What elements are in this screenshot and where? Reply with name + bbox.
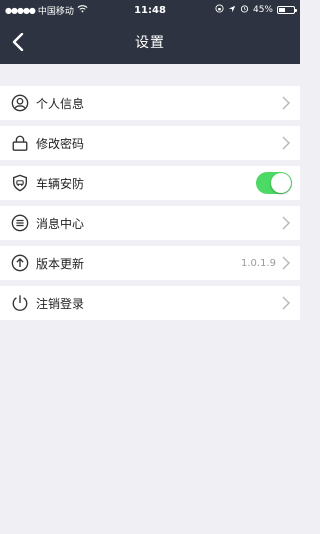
- battery-level: [279, 8, 286, 12]
- status-bar: ●●●●● 中国移动 11:48 45%: [0, 0, 300, 20]
- version-number: 1.0.1.9: [241, 257, 276, 269]
- battery-icon: [277, 6, 297, 14]
- settings-item-label: 车辆安防: [36, 176, 85, 191]
- settings-item-vehicle-security: 车辆安防: [0, 166, 300, 200]
- settings-item-message-center[interactable]: 消息中心: [0, 206, 300, 240]
- shield-icon: [10, 173, 30, 193]
- chevron-right-icon: [280, 135, 292, 151]
- settings-item-change-password[interactable]: 修改密码: [0, 126, 300, 160]
- settings-item-logout[interactable]: 注销登录: [0, 286, 300, 320]
- page-title: 设置: [135, 35, 165, 51]
- settings-list: 个人信息 修改密码 车辆安防 消息中心 版本更新 1.0.1.9 注销登录: [0, 86, 300, 320]
- chevron-right-icon: [280, 295, 292, 311]
- upload-icon: [10, 253, 30, 273]
- vehicle-security-toggle[interactable]: [256, 172, 292, 194]
- chevron-right-icon: [280, 215, 292, 231]
- user-icon: [10, 93, 30, 113]
- settings-item-version-update[interactable]: 版本更新 1.0.1.9: [0, 246, 300, 280]
- navigation-bar: 设置: [0, 20, 300, 64]
- power-icon: [10, 293, 30, 313]
- settings-item-label: 个人信息: [36, 96, 85, 111]
- back-button[interactable]: [8, 30, 28, 54]
- settings-item-label: 修改密码: [36, 136, 85, 151]
- chevron-left-icon: [12, 33, 24, 51]
- message-icon: [10, 213, 30, 233]
- settings-item-profile[interactable]: 个人信息: [0, 86, 300, 120]
- status-time: 11:48: [134, 4, 166, 16]
- lock-icon: [10, 133, 30, 153]
- toggle-knob: [271, 173, 291, 193]
- chevron-right-icon: [280, 255, 292, 271]
- settings-item-label: 版本更新: [36, 256, 85, 271]
- settings-item-label: 注销登录: [36, 296, 85, 311]
- chevron-right-icon: [280, 95, 292, 111]
- settings-item-label: 消息中心: [36, 216, 85, 231]
